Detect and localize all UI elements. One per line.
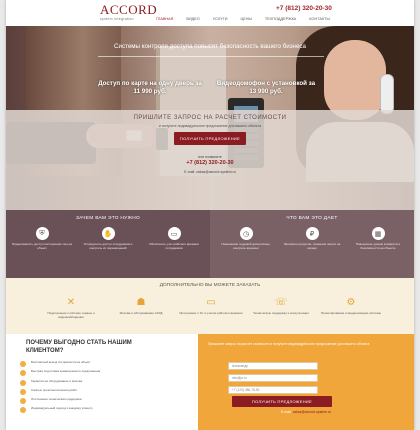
check-icon — [20, 361, 26, 367]
why-need-item: ✋ Упорядочить доступ сотрудников и контр… — [78, 227, 138, 250]
clock-icon: ◷ — [239, 227, 253, 240]
divider — [98, 56, 324, 57]
email-field[interactable]: info@pr.ru — [228, 374, 318, 382]
gear-icon: ⚙ — [346, 296, 356, 308]
hero-email[interactable]: E-mail: zakaz@accord-system.ru — [6, 170, 414, 174]
list-item: Гарантия на оборудование и монтаж — [20, 379, 192, 386]
handshake-icon: ✋ — [101, 227, 115, 240]
list-item-text: Сжатые сроки выполнения работ — [31, 387, 78, 392]
name-field[interactable]: Александр — [228, 362, 318, 370]
extra-text: Техническую поддержку и консультации — [253, 311, 309, 315]
main-nav: ГЛАВНАЯ ВИДЕО УСЛУГИ ЦЕНЫ ТЕХПОДДЕРЖКА К… — [156, 17, 343, 21]
why-need-title: ЗАЧЕМ ВАМ ЭТО НУЖНО — [75, 216, 141, 221]
extra-item: ☗ Монтаж и обслуживание СКУД — [106, 295, 176, 316]
list-item: Постоянная техническая поддержка — [20, 397, 192, 405]
list-item-text: Гарантия на оборудование и монтаж — [31, 378, 83, 383]
list-item-text: Индивидуальный подход к каждому клиенту — [31, 406, 93, 411]
why-need-column: ЗАЧЕМ ВАМ ЭТО НУЖНО ⛨ Предотвратить дост… — [6, 210, 210, 278]
phone-icon: ☏ — [274, 296, 288, 308]
check-icon — [20, 388, 26, 395]
list-item-text: Быстрая подготовка коммерческого предлож… — [31, 369, 101, 374]
computer-icon: ▭ — [167, 227, 181, 240]
extra-item: ▭ Интеграцию с 1С и учетом рабочего врем… — [176, 295, 246, 316]
nav-item-contacts[interactable]: КОНТАКТЫ — [309, 17, 329, 21]
extra-item: ⚙ Проектирование и модернизацию системы — [316, 295, 386, 316]
logo[interactable]: ACCORD system integration — [100, 3, 160, 21]
what-get-item: ▦ Повышение уровня комфорта и безопаснос… — [348, 227, 408, 250]
hero-photo-woman-face — [324, 40, 386, 120]
nav-item-services[interactable]: УСЛУГИ — [213, 17, 228, 21]
what-get-text: Повышение трудовой дисциплины, контроль … — [221, 242, 271, 250]
list-item: Индивидуальный подход к каждому клиенту — [20, 406, 192, 414]
form-email: E-mail: zakaz@accord-system.ru — [198, 410, 414, 414]
list-item: Сжатые сроки выполнения работ — [20, 388, 192, 395]
check-icon — [20, 379, 26, 386]
why-us-title: ПОЧЕМУ ВЫГОДНО СТАТЬ НАШИМ КЛИЕНТОМ? — [26, 340, 132, 354]
check-icon — [20, 398, 26, 405]
extra-item: ✕ Подключение к системе охраны и видеона… — [36, 295, 106, 319]
ruble-icon: ₽ — [305, 227, 319, 240]
what-get-text: Экономия ресурсов, снижение затрат на ох… — [283, 242, 341, 250]
hero-phone[interactable]: +7 (812) 320-20-30 — [6, 160, 414, 166]
extra-text: Интеграцию с 1С и учетом рабочего времен… — [179, 311, 243, 315]
why-need-text: Упорядочить доступ сотрудников и контрол… — [83, 242, 133, 250]
extra-text: Подключение к системе охраны и видеонабл… — [47, 311, 95, 319]
why-need-item: ▭ Обеспечить учет рабочего времени сотру… — [144, 227, 204, 250]
submit-offer-button[interactable]: ПОЛУЧИТЬ ПРЕДЛОЖЕНИЕ — [232, 396, 332, 407]
why-us-list: Бесплатный выезд специалиста на объект Б… — [20, 360, 192, 416]
nav-item-home[interactable]: ГЛАВНАЯ — [156, 17, 173, 21]
calc-subtitle: и получите индивидуальное предложение дл… — [158, 124, 262, 128]
benefits-band: ЗАЧЕМ ВАМ ЭТО НУЖНО ⛨ Предотвратить дост… — [6, 210, 414, 278]
extra-text: Проектирование и модернизацию системы — [321, 311, 381, 315]
logo-subtitle: system integration — [100, 17, 134, 21]
nav-item-support[interactable]: ТЕХПОДДЕРЖКА — [265, 17, 296, 21]
laptop-icon: ▭ — [206, 296, 216, 308]
list-item-text: Бесплатный выезд специалиста на объект — [31, 360, 91, 364]
hero-tagline: Системы контроля доступа повысят безопас… — [114, 43, 306, 50]
offer-videophone: Видеодомофон с установкой за 13 990 руб. — [216, 80, 316, 95]
offer-card-access: Доступ по карте на одну дверь за 11 990 … — [98, 80, 202, 95]
calc-title: ПРИШЛИТЕ ЗАПРОС НА РАСЧЕТ СТОИМОСТИ — [133, 115, 287, 121]
what-get-title: ЧТО ВАМ ЭТО ДАЕТ — [286, 216, 338, 221]
extra-title: ДОПОЛНИТЕЛЬНО ВЫ МОЖЕТЕ ЗАКАЗАТЬ — [159, 283, 261, 288]
list-item-text: Постоянная техническая поддержка — [31, 397, 82, 402]
list-item: Быстрая подготовка коммерческого предлож… — [20, 369, 192, 377]
request-form-section: Пришлите запрос на расчет стоимости и по… — [198, 334, 414, 430]
form-email-label: E-mail: — [281, 410, 292, 414]
extra-services-section: ДОПОЛНИТЕЛЬНО ВЫ МОЖЕТЕ ЗАКАЗАТЬ ✕ Подкл… — [6, 278, 414, 334]
shield-icon: ⛨ — [35, 227, 49, 240]
landing-page: ACCORD system integration +7 (812) 320-2… — [6, 0, 414, 430]
get-offer-button[interactable]: ПОЛУЧИТЬ ПРЕДЛОЖЕНИЕ — [174, 132, 246, 145]
why-need-text: Обеспечить учет рабочего времени сотрудн… — [149, 242, 199, 250]
tools-icon: ✕ — [66, 296, 76, 308]
header-phone[interactable]: +7 (812) 320-20-30 — [276, 5, 332, 12]
why-need-item: ⛨ Предотвратить доступ посторонних лиц н… — [12, 227, 72, 250]
form-email-link[interactable]: zakaz@accord-system.ru — [293, 410, 331, 414]
what-get-item: ₽ Экономия ресурсов, снижение затрат на … — [282, 227, 342, 250]
worker-icon: ☗ — [136, 296, 146, 308]
site-header: ACCORD system integration +7 (812) 320-2… — [6, 0, 414, 26]
chart-icon: ▦ — [371, 227, 385, 240]
nav-item-video[interactable]: ВИДЕО — [186, 17, 199, 21]
extra-text: Монтаж и обслуживание СКУД — [119, 311, 163, 315]
logo-text: ACCORD — [100, 2, 158, 17]
nav-item-prices[interactable]: ЦЕНЫ — [240, 17, 251, 21]
check-icon — [20, 370, 26, 377]
why-need-text: Предотвратить доступ посторонних лиц на … — [12, 242, 72, 250]
form-intro: Пришлите запрос на расчет стоимости и по… — [208, 342, 370, 346]
what-get-item: ◷ Повышение трудовой дисциплины, контрол… — [216, 227, 276, 250]
phone-field[interactable]: +7 (123) 456-78-90 — [228, 386, 318, 394]
extra-item: ☏ Техническую поддержку и консультации — [246, 295, 316, 316]
why-us-section: ПОЧЕМУ ВЫГОДНО СТАТЬ НАШИМ КЛИЕНТОМ? Бес… — [6, 334, 198, 430]
check-icon — [20, 407, 26, 414]
what-get-text: Повышение уровня комфорта и безопасности… — [355, 242, 401, 250]
or-call-label: или позвоните — [198, 155, 222, 159]
phone-handset-icon — [380, 74, 394, 114]
list-item: Бесплатный выезд специалиста на объект — [20, 360, 192, 367]
what-get-column: ЧТО ВАМ ЭТО ДАЕТ ◷ Повышение трудовой ди… — [210, 210, 414, 278]
